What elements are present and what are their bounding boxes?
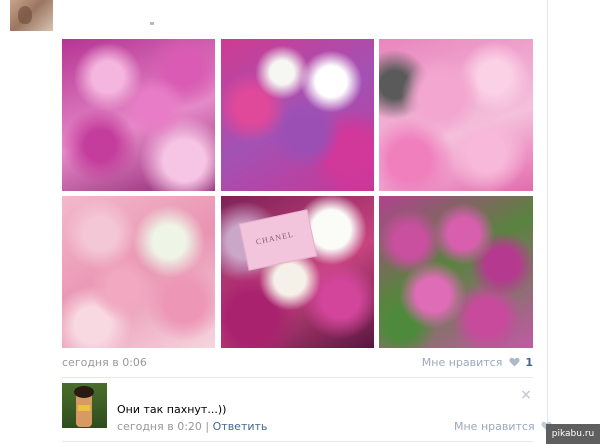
avatar-figure	[74, 386, 94, 427]
chanel-card: CHANEL	[238, 209, 318, 271]
photo-4[interactable]	[62, 196, 215, 348]
photo-5[interactable]: CHANEL	[221, 196, 374, 348]
comment-like-label: Мне нравится	[454, 420, 535, 433]
reply-button[interactable]: Ответить	[213, 420, 268, 433]
heart-icon	[509, 357, 520, 367]
comment-time[interactable]: сегодня в 0:20	[117, 420, 202, 433]
post-like-button[interactable]: Мне нравится 1	[422, 356, 533, 369]
post-like-count: 1	[525, 356, 533, 369]
photo-1[interactable]	[62, 39, 215, 191]
comment-like-button[interactable]: Мне нравится	[454, 420, 554, 433]
photo-3[interactable]	[379, 39, 533, 191]
comment-separator: |	[201, 420, 213, 433]
post-like-label: Мне нравится	[421, 356, 503, 369]
photo-2[interactable]	[221, 39, 374, 191]
comment-author-avatar[interactable]	[62, 383, 107, 428]
delete-comment-close-icon[interactable]: ×	[520, 388, 532, 402]
chanel-card-text: CHANEL	[255, 229, 295, 247]
pikabu-watermark: pikabu.ru	[546, 424, 600, 444]
photo-6[interactable]	[379, 196, 533, 348]
comment-meta: сегодня в 0:20 | Ответить	[117, 420, 267, 433]
post-meta: сегодня в 0:06 Мне нравится 1	[62, 356, 533, 372]
post-time[interactable]: сегодня в 0:06	[62, 356, 147, 369]
divider	[62, 377, 533, 378]
comment-text: Они так пахнут...))	[117, 403, 227, 416]
divider	[62, 441, 533, 442]
